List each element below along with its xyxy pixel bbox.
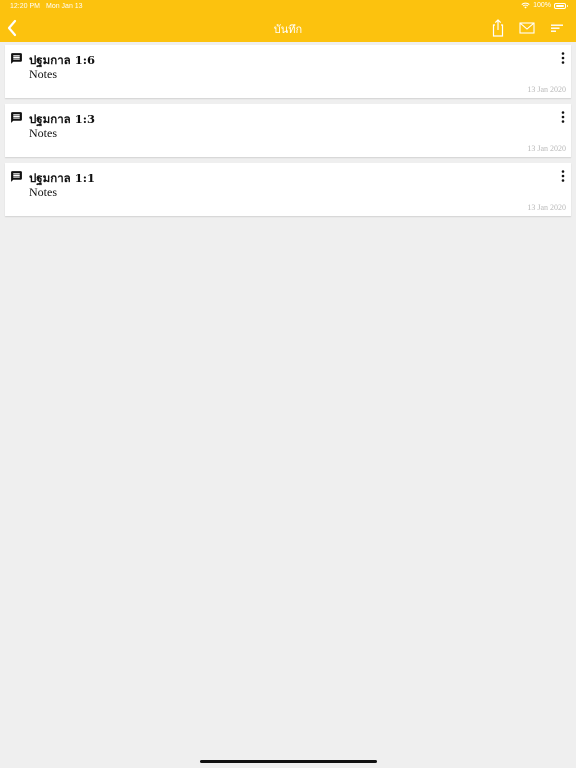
comment-icon: [11, 112, 22, 123]
note-body: Notes: [29, 126, 57, 140]
battery-icon: [554, 2, 568, 9]
mail-button[interactable]: [516, 17, 538, 39]
status-date: Mon Jan 13: [46, 3, 83, 10]
battery-percent: 100%: [533, 2, 551, 9]
home-indicator[interactable]: [200, 760, 377, 763]
note-date: 13 Jan 2020: [527, 144, 566, 153]
more-vertical-icon[interactable]: [559, 51, 567, 65]
comment-icon: [11, 53, 22, 64]
wifi-icon: [521, 2, 530, 9]
note-card[interactable]: ปฐมกาล 1:1 Notes 13 Jan 2020: [5, 163, 571, 216]
more-vertical-icon[interactable]: [559, 110, 567, 124]
note-date: 13 Jan 2020: [527, 203, 566, 212]
status-time: 12:20 PM: [10, 3, 40, 10]
sort-button[interactable]: [546, 17, 568, 39]
note-card[interactable]: ปฐมกาล 1:3 Notes 13 Jan 2020: [5, 104, 571, 157]
comment-icon: [11, 171, 22, 182]
share-button[interactable]: [487, 17, 509, 39]
more-vertical-icon[interactable]: [559, 169, 567, 183]
share-icon: [492, 19, 504, 37]
note-card[interactable]: ปฐมกาล 1:6 Notes 13 Jan 2020: [5, 45, 571, 98]
note-body: Notes: [29, 67, 57, 81]
status-right: 100%: [521, 2, 568, 9]
mail-icon: [519, 22, 535, 34]
status-bar: 12:20 PM Mon Jan 13 100%: [0, 0, 576, 13]
note-body: Notes: [29, 185, 57, 199]
top-bar: 12:20 PM Mon Jan 13 100% บันทึก: [0, 0, 576, 42]
notes-list: ปฐมกาล 1:6 Notes 13 Jan 2020 ปฐมกาล 1:3 …: [5, 45, 571, 222]
sort-icon: [551, 24, 563, 32]
navigation-bar: บันทึก: [0, 13, 576, 42]
note-date: 13 Jan 2020: [527, 85, 566, 94]
